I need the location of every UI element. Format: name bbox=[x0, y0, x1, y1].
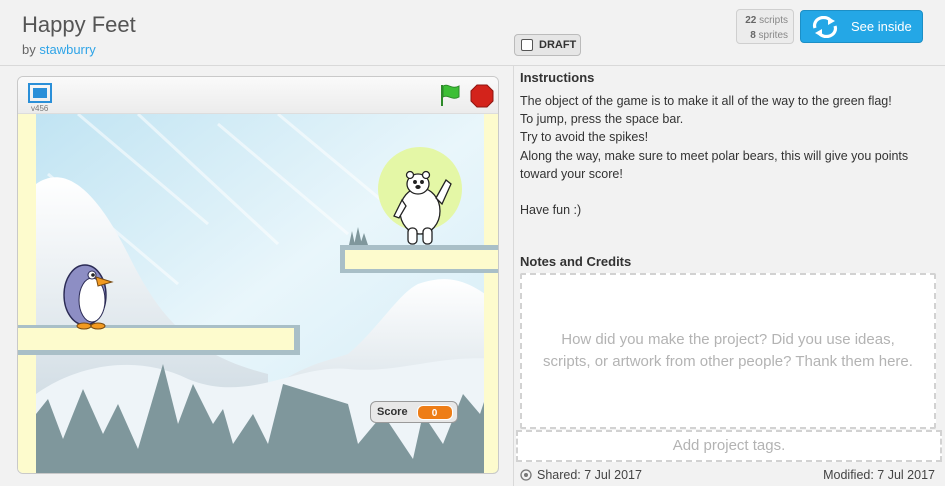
draft-label: DRAFT bbox=[539, 39, 577, 51]
score-value: 0 bbox=[416, 404, 453, 420]
lower-platform-top bbox=[18, 328, 294, 350]
instructions-line: Along the way, make sure to meet polar b… bbox=[520, 148, 909, 181]
notes-heading: Notes and Credits bbox=[520, 254, 632, 269]
see-inside-label: See inside bbox=[851, 19, 912, 34]
project-tags-field[interactable]: Add project tags. bbox=[516, 430, 942, 462]
sprites-label: sprites bbox=[758, 30, 788, 41]
instructions-line: Try to avoid the spikes! bbox=[520, 130, 649, 145]
project-title: Happy Feet bbox=[22, 12, 136, 37]
instructions-line: The object of the game is to make it all… bbox=[520, 94, 892, 108]
instructions-line: Have fun :) bbox=[520, 203, 582, 218]
see-inside-button[interactable]: See inside bbox=[800, 10, 923, 43]
byline: by stawburry bbox=[22, 42, 96, 57]
right-wall bbox=[484, 114, 498, 473]
shared-label: Shared: 7 Jul 2017 bbox=[537, 468, 642, 482]
fullscreen-icon[interactable] bbox=[28, 83, 52, 103]
scripts-label: scripts bbox=[759, 15, 788, 26]
upper-platform-top bbox=[345, 250, 498, 269]
score-label: Score bbox=[377, 406, 408, 418]
instructions-gap bbox=[520, 183, 940, 201]
score-monitor[interactable]: Score 0 bbox=[370, 401, 458, 423]
draft-toggle[interactable]: DRAFT bbox=[514, 34, 581, 56]
scripts-count: 22 bbox=[745, 15, 757, 26]
player-version: v456 bbox=[31, 104, 49, 113]
remix-arrows-icon bbox=[812, 15, 838, 38]
shared-date: Shared: 7 Jul 2017 bbox=[520, 468, 642, 482]
stop-sign-icon[interactable] bbox=[470, 84, 494, 108]
author-link[interactable]: stawburry bbox=[39, 42, 95, 57]
checkbox-icon[interactable] bbox=[521, 39, 533, 51]
project-page: { "header": { "title": "Happy Feet", "by… bbox=[0, 0, 945, 486]
instructions-heading: Instructions bbox=[520, 70, 595, 85]
project-player: v456 Score 0 bbox=[17, 76, 499, 474]
notes-placeholder: How did you make the project? Did you us… bbox=[543, 331, 913, 370]
sprites-count: 8 bbox=[750, 30, 756, 41]
share-icon bbox=[520, 469, 532, 481]
by-label: by bbox=[22, 42, 36, 57]
project-stats: 22 scripts 8 sprites bbox=[736, 9, 794, 44]
modified-date: Modified: 7 Jul 2017 bbox=[823, 468, 935, 482]
player-controls-bar: v456 bbox=[18, 77, 498, 114]
instructions-text[interactable]: The object of the game is to make it all… bbox=[520, 92, 940, 219]
project-header: Happy Feet by stawburry DRAFT 22 scripts… bbox=[0, 0, 945, 66]
notes-and-credits-field[interactable]: How did you make the project? Did you us… bbox=[520, 273, 936, 429]
project-info-panel: Instructions The object of the game is t… bbox=[513, 66, 945, 486]
instructions-line: To jump, press the space bar. bbox=[520, 112, 684, 127]
left-wall bbox=[18, 114, 36, 473]
green-flag-icon[interactable] bbox=[438, 83, 462, 107]
